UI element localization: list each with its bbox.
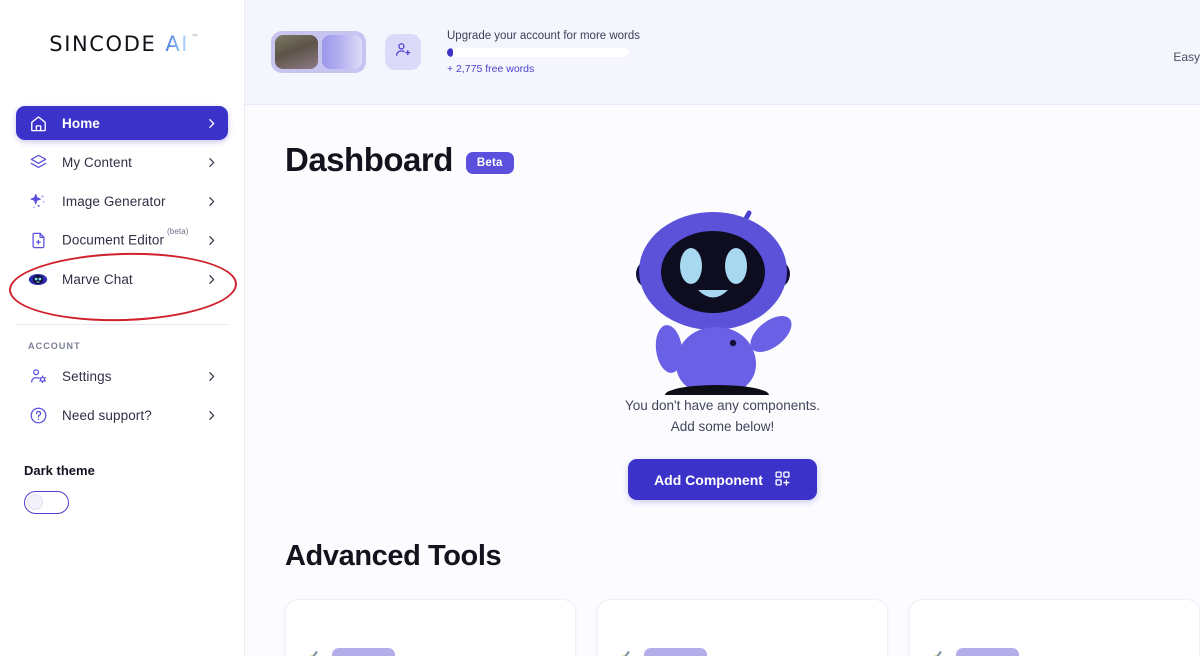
beta-superscript: (beta) — [167, 227, 189, 237]
upgrade-block[interactable]: Upgrade your account for more words + 2,… — [447, 30, 640, 75]
sidebar-item-label: Settings — [62, 368, 112, 384]
advanced-tools-cards: ✍️ ✍️ ✍️ — [285, 599, 1200, 656]
primary-nav: Home My Content Image Generator Document… — [0, 88, 244, 296]
dashboard-content: Dashboard Beta You don't have any compon… — [245, 105, 1200, 656]
tool-emoji-icon: ✍️ — [616, 650, 635, 656]
document-plus-icon — [28, 230, 48, 250]
question-circle-icon — [28, 405, 48, 425]
empty-state-line1: You don't have any components. — [625, 398, 820, 413]
sidebar-item-text: Document Editor — [62, 232, 165, 248]
home-icon — [28, 113, 48, 133]
trademark-symbol: ™ — [191, 33, 201, 42]
sidebar-item-label: Marve Chat — [62, 271, 133, 287]
add-component-label: Add Component — [654, 471, 763, 488]
workspace-thumbnail-active[interactable] — [275, 35, 318, 69]
words-progress-bar — [447, 47, 629, 57]
advanced-tools-title: Advanced Tools — [285, 540, 502, 572]
sidebar-item-label: Document Editor(beta) — [62, 227, 189, 248]
page-title: Dashboard — [285, 141, 453, 178]
chevron-right-icon — [204, 194, 218, 208]
sidebar-item-label: My Content — [62, 154, 133, 170]
sidebar-item-settings[interactable]: Settings — [16, 359, 228, 393]
tool-emoji-icon: ✍️ — [304, 650, 323, 656]
tool-placeholder-bar — [955, 648, 1019, 656]
chevron-right-icon — [204, 272, 218, 286]
tool-card[interactable]: ✍️ — [285, 599, 576, 656]
sidebar-item-my-content[interactable]: My Content — [16, 145, 228, 179]
grid-plus-icon — [774, 470, 791, 490]
top-bar: Upgrade your account for more words + 2,… — [245, 0, 1200, 105]
brand-name-main: SINCODE — [49, 32, 157, 56]
user-gear-icon — [28, 366, 48, 386]
sidebar-item-label: Need support? — [62, 407, 152, 423]
chevron-right-icon — [204, 155, 218, 169]
chevron-right-icon — [204, 408, 218, 422]
robot-face-icon — [28, 269, 48, 289]
main-area: Upgrade your account for more words + 2,… — [245, 0, 1200, 656]
empty-state: You don't have any components. Add some … — [285, 195, 1160, 500]
layers-icon — [28, 152, 48, 172]
brand-name-accent: AI — [165, 32, 190, 56]
free-words-text: + 2,775 free words — [447, 62, 535, 75]
brand-logo[interactable]: SINCODE AI ™ — [0, 0, 244, 88]
empty-state-line2: Add some below! — [670, 419, 775, 434]
account-section-label: ACCOUNT — [28, 341, 81, 351]
sidebar-item-home[interactable]: Home — [16, 106, 228, 140]
sidebar-item-image-generator[interactable]: Image Generator — [16, 184, 228, 218]
tool-card[interactable]: ✍️ — [909, 599, 1200, 656]
account-nav: Settings Need support? — [0, 359, 244, 432]
chevron-right-icon — [204, 233, 218, 247]
workspace-switcher[interactable] — [271, 31, 366, 73]
theme-switch-block: Dark theme — [0, 437, 244, 514]
sidebar: SINCODE AI ™ Home My Content Image Gener… — [0, 0, 245, 656]
tool-placeholder-bar — [331, 648, 395, 656]
upgrade-text: Upgrade your account for more words — [447, 29, 641, 42]
sidebar-item-marve-chat[interactable]: Marve Chat — [16, 262, 228, 296]
topbar-right-text: Easy — [1173, 50, 1200, 64]
words-progress-fill — [447, 47, 453, 57]
beta-badge: Beta — [465, 152, 514, 174]
app-root: SINCODE AI ™ Home My Content Image Gener… — [0, 0, 1200, 656]
sparkle-icon — [28, 191, 48, 211]
tool-card[interactable]: ✍️ — [597, 599, 888, 656]
chevron-right-icon — [204, 116, 218, 130]
add-component-button[interactable]: Add Component — [628, 459, 817, 500]
invite-user-button[interactable] — [385, 34, 421, 70]
chevron-right-icon — [204, 369, 218, 383]
sidebar-item-label: Image Generator — [62, 193, 166, 209]
sidebar-item-label: Home — [62, 115, 100, 131]
sidebar-item-need-support[interactable]: Need support? — [16, 398, 228, 432]
toggle-knob — [27, 494, 43, 510]
page-title-row: Dashboard Beta — [285, 141, 1200, 179]
robot-mascot-illustration — [635, 210, 792, 395]
add-user-icon — [394, 40, 413, 64]
dark-theme-label: Dark theme — [24, 463, 95, 478]
tool-emoji-icon: ✍️ — [928, 650, 947, 656]
sidebar-item-document-editor[interactable]: Document Editor(beta) — [16, 223, 228, 257]
dark-theme-toggle[interactable] — [24, 491, 69, 514]
workspace-thumbnail-secondary[interactable] — [321, 35, 362, 69]
tool-placeholder-bar — [643, 648, 707, 656]
